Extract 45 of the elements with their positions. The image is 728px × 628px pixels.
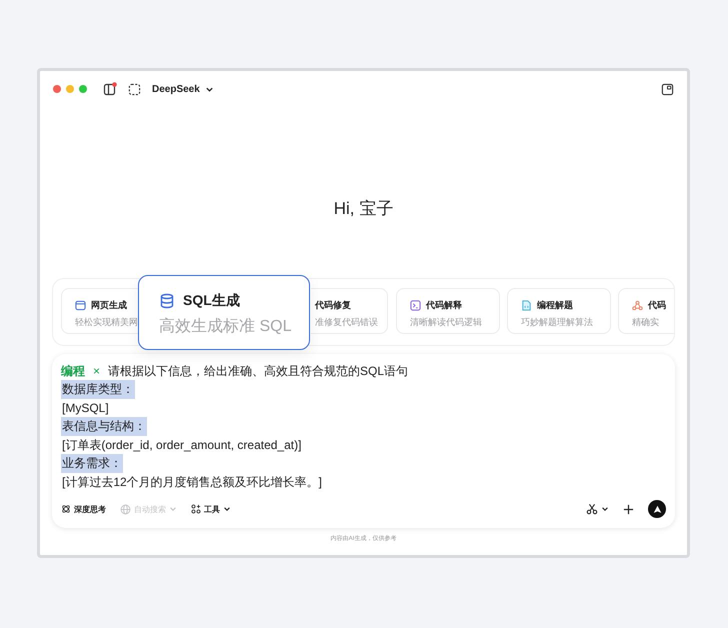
suggestion-card[interactable]: 代码 精确实 [618,288,674,334]
suggestion-card[interactable]: 代码修复 准修复代码错误 [311,288,388,334]
prompt-line: [计算过去12个月的月度销售总额及环比增长率。] [61,474,324,491]
card-title: 代码修复 [315,298,351,312]
sql-card-tooltip[interactable]: SQL生成 高效生成标准 SQL [138,275,310,350]
globe-icon [120,504,131,514]
toolbar-button[interactable]: 工具 [191,504,231,514]
browser-icon [75,300,86,310]
card-description: 准修复代码错误 [315,316,379,329]
toolbar-button[interactable]: 深度思考 [61,504,106,514]
prompt-line: [MySQL] [61,400,110,416]
apps-icon [191,504,201,514]
chevron-icon [204,84,214,94]
close-button[interactable] [53,85,61,93]
card-description: 轻松实现精美网 [75,316,135,329]
sidebar-icon[interactable] [103,82,117,96]
card-description: 巧妙解题理解算法 [521,316,594,329]
chevron-icon [601,505,609,513]
card-title: 代码 [648,298,666,312]
screenshot-icon[interactable] [128,82,141,96]
card-title: SQL生成 [183,292,240,310]
arrow-up-icon [652,504,662,514]
nodes-icon [632,300,643,310]
suggestion-card[interactable]: 编程解题 巧妙解题理解算法 [507,288,611,334]
prompt-text: 请根据以下信息，给出准确、高效且符合规范的SQL语句 [108,362,408,380]
code-file-icon [521,300,532,310]
prompt-line: [订单表(order_id, order_amount, created_at)] [61,436,302,454]
card-title: 网页生成 [91,298,127,312]
greeting: Hi, 宝子 [334,198,394,220]
suggestion-card[interactable]: 代码解释 清晰解读代码逻辑 [396,288,500,334]
new-window-icon[interactable] [661,82,674,96]
database-icon [159,293,175,309]
atom-icon [61,504,71,514]
model-dropdown[interactable]: DeepSeek [152,84,214,94]
add-icon[interactable] [623,504,634,514]
card-description: 高效生成标准 SQL [159,316,292,337]
terminal-icon [410,300,421,310]
card-description: 精确实 [632,316,660,329]
card-title: 代码解释 [426,298,462,312]
skill-tag: 编程 [61,362,85,380]
scissors-dropdown[interactable] [586,503,609,515]
card-description: 清晰解读代码逻辑 [410,316,483,329]
scissors-icon [586,503,598,515]
card-title: 编程解题 [537,298,573,312]
send-button[interactable] [648,500,666,518]
